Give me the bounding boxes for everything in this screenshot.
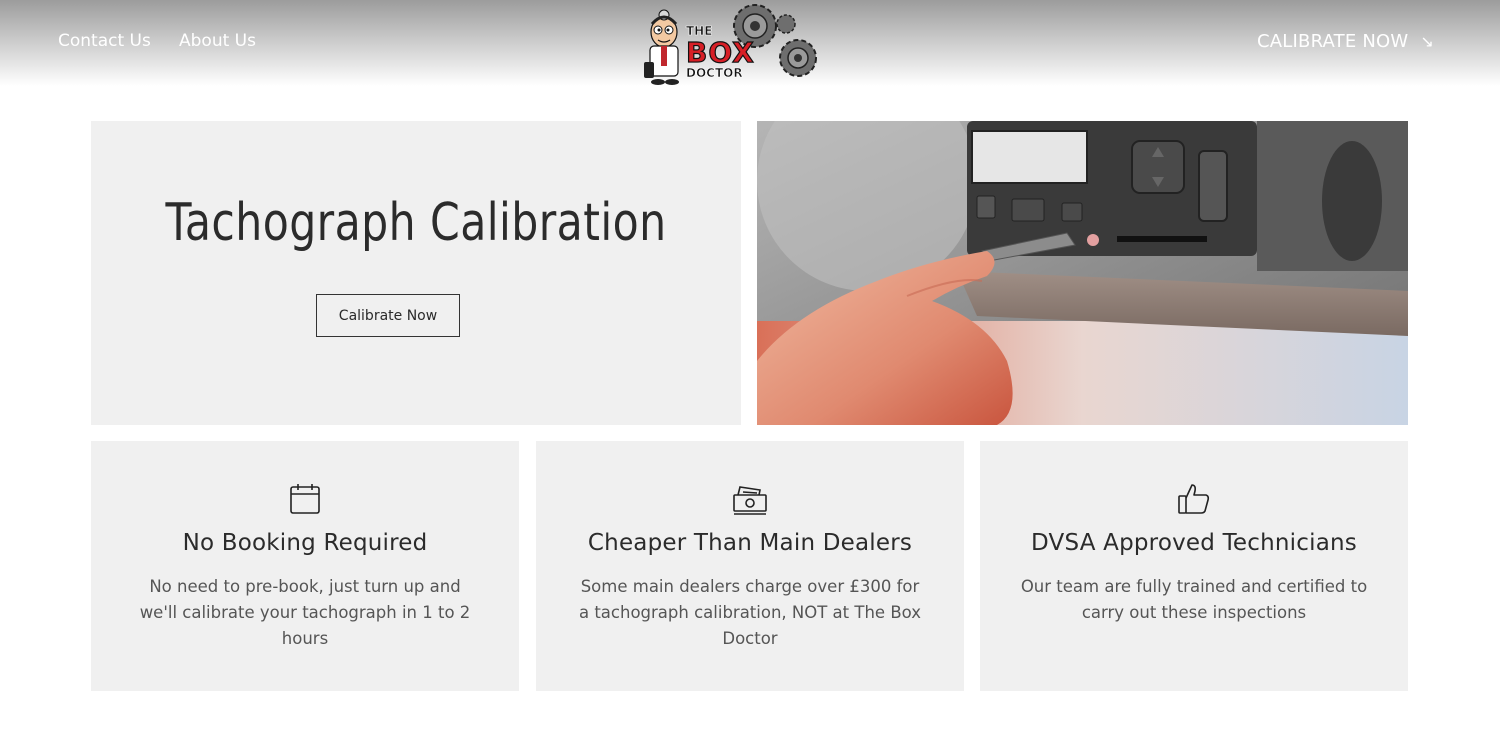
hero-title: Tachograph Calibration	[165, 193, 667, 253]
calibrate-now-button[interactable]: Calibrate Now	[316, 294, 460, 337]
feature-text: Our team are fully trained and certified…	[1020, 577, 1368, 622]
feature-text: No need to pre-book, just turn up and we…	[139, 577, 471, 648]
svg-text:BOX: BOX	[686, 36, 755, 69]
site-header: Contact Us About Us THE BOX DOCTOR CALIB…	[0, 0, 1500, 86]
site-logo[interactable]: THE BOX DOCTOR	[640, 2, 820, 88]
thumbs-up-icon	[1176, 481, 1212, 517]
feature-card-dvsa: DVSA Approved Technicians Our team are f…	[980, 441, 1408, 691]
calendar-icon	[287, 481, 323, 517]
feature-text: Some main dealers charge over £300 for a…	[578, 577, 921, 648]
doctor-mascot	[644, 9, 679, 85]
feature-title: No Booking Required	[182, 530, 428, 556]
nav-contact-us[interactable]: Contact Us	[58, 31, 151, 51]
calibrate-now-label: CALIBRATE NOW	[1257, 31, 1409, 52]
svg-text:DOCTOR: DOCTOR	[686, 66, 743, 80]
calibrate-now-link[interactable]: CALIBRATE NOW ↘	[1257, 31, 1434, 52]
arrow-down-right-icon: ↘	[1420, 32, 1434, 51]
hero-panel: Tachograph Calibration Calibrate Now	[91, 121, 741, 425]
nav-about-us[interactable]: About Us	[179, 31, 256, 51]
feature-card-cheaper: Cheaper Than Main Dealers Some main deal…	[536, 441, 964, 691]
feature-card-no-booking: No Booking Required No need to pre-book,…	[91, 441, 519, 691]
money-icon	[732, 481, 768, 517]
feature-title: Cheaper Than Main Dealers	[587, 530, 913, 556]
feature-title: DVSA Approved Technicians	[1031, 530, 1357, 556]
tachograph-photo	[757, 121, 1408, 425]
